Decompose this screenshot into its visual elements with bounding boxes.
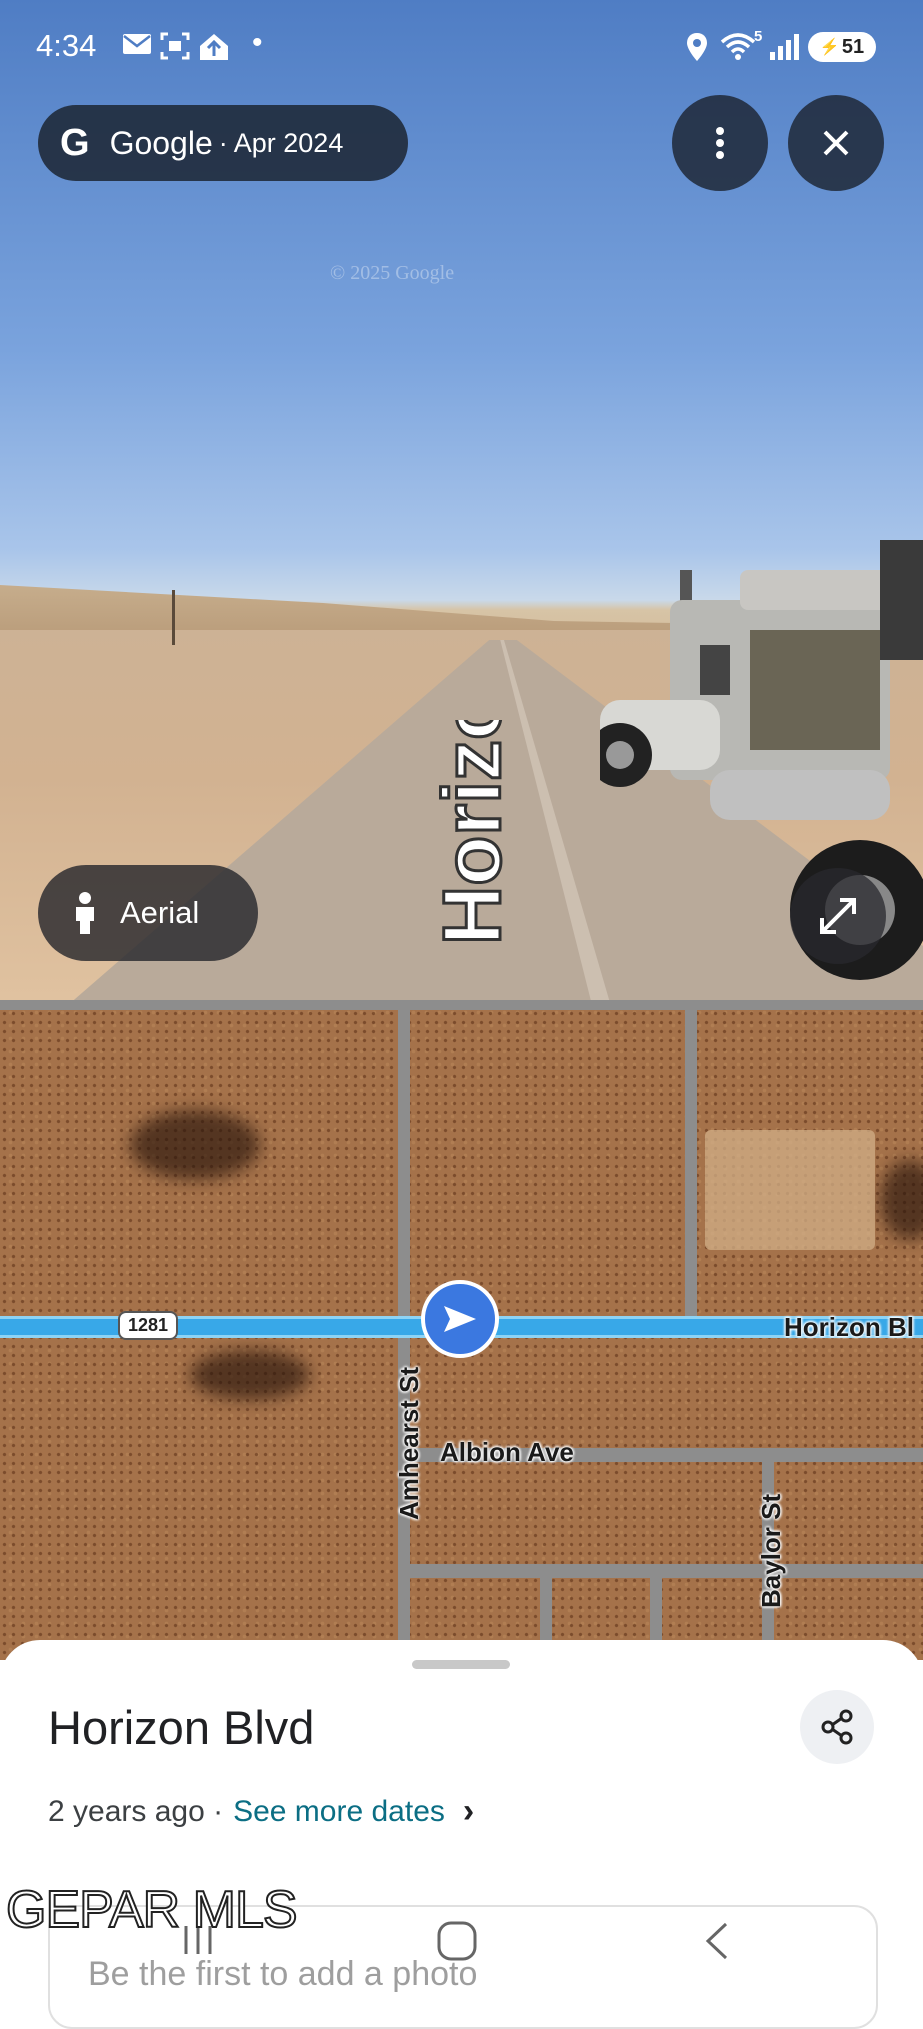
imagery-meta-row: 2 years ago · See more dates ›	[48, 1792, 474, 1831]
street-lower	[410, 1564, 923, 1578]
more-vert-icon	[716, 127, 724, 159]
pegman-icon	[76, 892, 94, 934]
status-time: 4:34	[36, 28, 97, 63]
home-icon[interactable]	[436, 1920, 478, 1962]
street-segment	[650, 1570, 662, 1640]
label-horizon: Horizon Bl	[784, 1312, 914, 1342]
imagery-source-pill[interactable]: G Google · Apr 2024	[38, 105, 408, 181]
battery-level: 51	[841, 35, 865, 58]
copyright-watermark: © 2025 Google	[330, 262, 455, 284]
road-name-label: Horizon Blvd	[426, 720, 520, 947]
street-view-panorama[interactable]: Horizon Blvd © 2025 Google 4:34 • 5 ⚡ 51…	[0, 0, 923, 1000]
aerial-label: Aerial	[120, 895, 200, 930]
highway-shield: 1281	[118, 1311, 179, 1340]
expand-icon	[820, 898, 856, 934]
more-options-button[interactable]	[672, 95, 768, 191]
mls-watermark: GEPAR MLS	[5, 1880, 299, 1940]
label-albion: Albion Ave	[440, 1437, 574, 1467]
vegetation-patch	[190, 1350, 310, 1400]
street-view-position-marker[interactable]	[421, 1280, 499, 1358]
wifi-badge: 5	[754, 28, 763, 45]
chevron-right-icon[interactable]: ›	[463, 1792, 474, 1831]
close-button[interactable]	[788, 95, 884, 191]
svg-text:Horizon Blvd: Horizon Blvd	[427, 720, 518, 945]
direction-arrow-icon	[444, 1306, 476, 1332]
capture-date: · Apr 2024	[218, 127, 344, 158]
street-segment	[685, 1000, 697, 1318]
utility-pole	[172, 590, 175, 645]
battery-indicator: ⚡ 51	[808, 32, 876, 62]
home-upload-icon	[200, 34, 228, 60]
share-button[interactable]	[800, 1690, 874, 1764]
label-baylor: Baylor St	[756, 1493, 786, 1608]
place-title: Horizon Blvd	[48, 1701, 315, 1754]
notification-dot-icon: •	[252, 26, 263, 59]
street-top	[0, 1000, 923, 1010]
see-more-dates-link[interactable]: See more dates	[233, 1795, 445, 1829]
fullscreen-button[interactable]	[790, 868, 886, 964]
aerial-view-button[interactable]: Aerial	[38, 865, 258, 961]
location-icon	[687, 33, 707, 61]
signal-icon	[770, 34, 799, 60]
screenshot-icon	[160, 32, 190, 60]
add-photo-prompt: Be the first to add a photo	[88, 1955, 478, 1993]
status-bar: 4:34 • 5 ⚡ 51	[0, 0, 923, 95]
close-icon	[823, 130, 849, 156]
vegetation-patch	[130, 1110, 260, 1180]
google-g-icon: G	[60, 121, 90, 164]
street-segment	[540, 1570, 552, 1640]
cleared-lot	[705, 1130, 875, 1250]
sheet-drag-handle[interactable]	[412, 1660, 510, 1669]
back-icon[interactable]	[700, 1920, 734, 1962]
source-brand: Google	[109, 124, 213, 161]
wifi-icon	[720, 33, 756, 60]
mail-icon	[123, 34, 151, 54]
label-amhearst: Amhearst St	[394, 1366, 424, 1520]
imagery-age: 2 years ago ·	[48, 1794, 224, 1828]
share-icon	[821, 1709, 853, 1745]
bolt-icon: ⚡	[819, 39, 840, 56]
